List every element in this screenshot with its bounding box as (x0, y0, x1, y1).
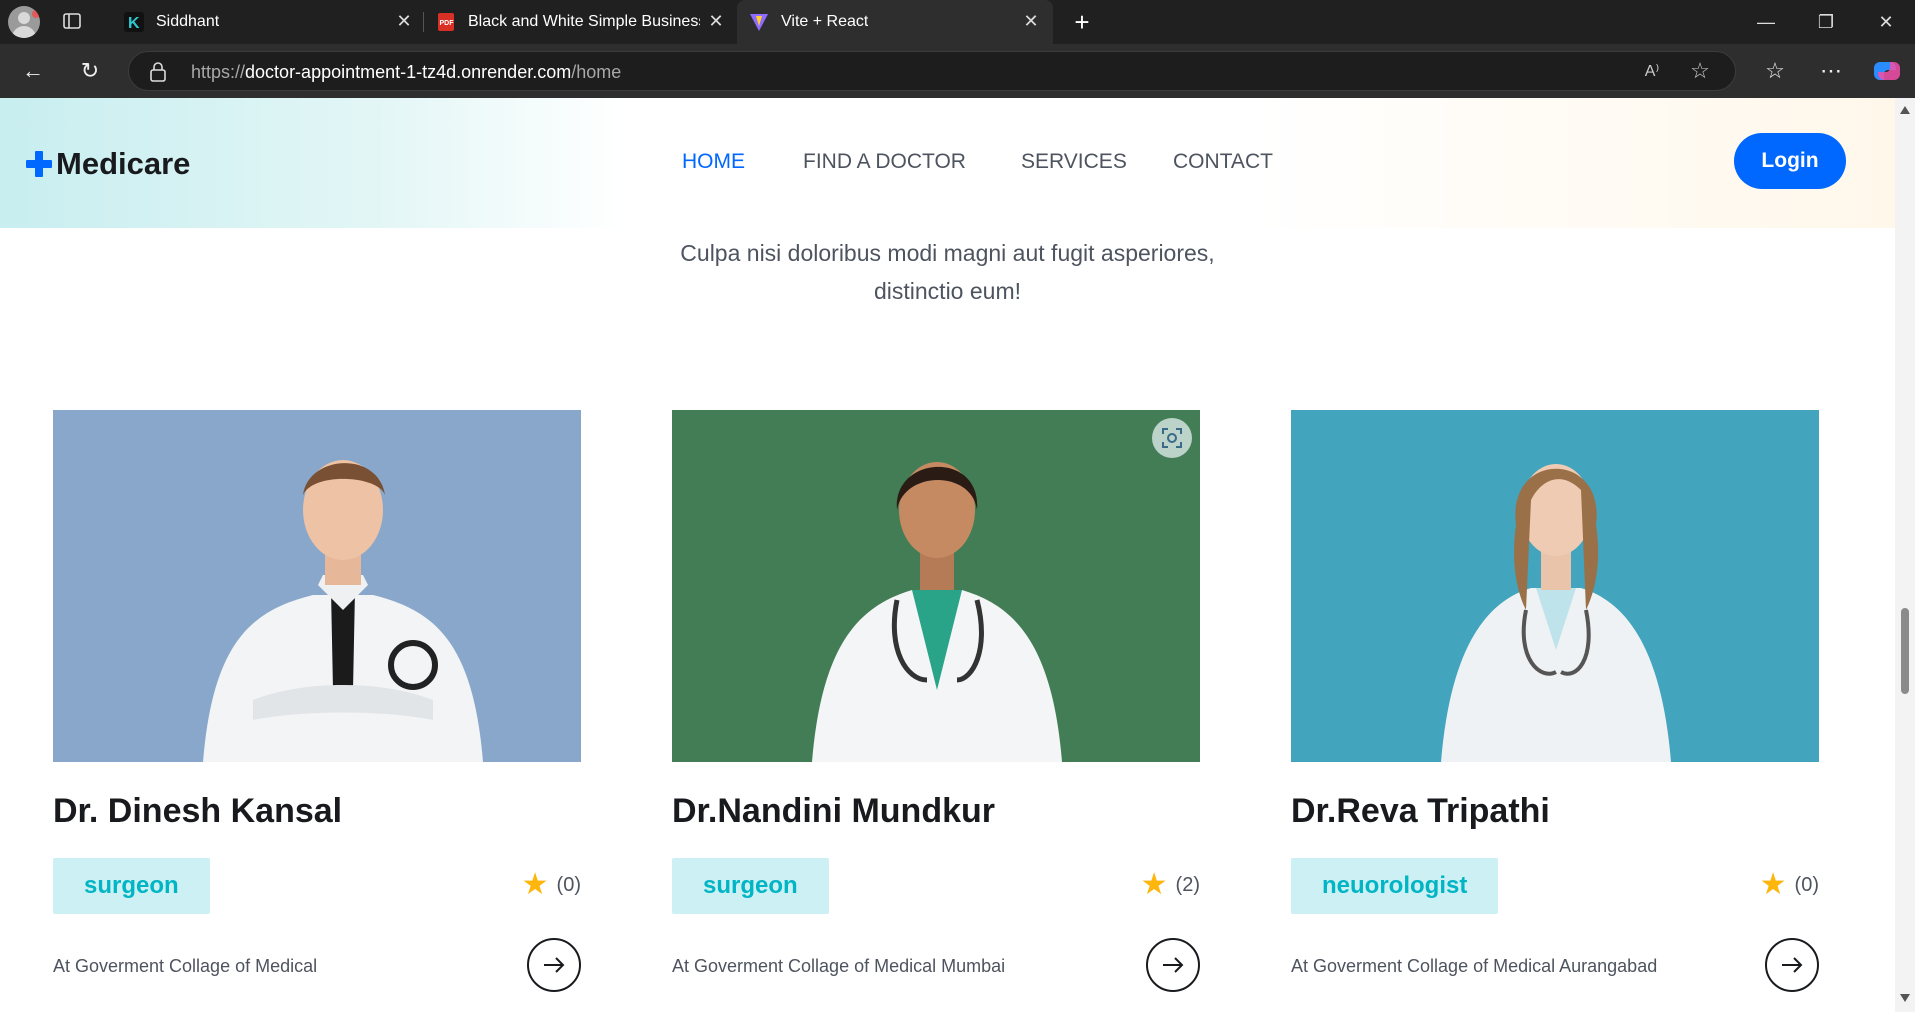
refresh-icon[interactable]: ↻ (75, 56, 105, 86)
specialty-badge: neuorologist (1291, 858, 1499, 914)
nav-find-a-doctor[interactable]: FIND A DOCTOR (803, 150, 966, 174)
rating-count: (2) (1175, 873, 1200, 896)
new-tab-plus-icon[interactable]: + (1070, 9, 1094, 35)
vite-icon (750, 14, 768, 31)
tab-close-icon[interactable]: ✕ (1021, 11, 1041, 31)
specialty-badge: surgeon (53, 858, 210, 914)
arrow-right-icon (1782, 957, 1803, 973)
tab-title: Black and White Simple Business (468, 13, 700, 30)
favorite-star-icon[interactable]: ☆ (1687, 58, 1713, 84)
rating-count: (0) (556, 873, 581, 896)
rating: ★ (0) (1760, 870, 1819, 900)
page-viewport: Medicare HOME FIND A DOCTOR SERVICES CON… (0, 98, 1895, 1012)
doctor-photo (53, 410, 581, 762)
browser-tab-strip: K Siddhant ✕ PDF Black and White Simple … (0, 0, 1915, 44)
visual-search-icon[interactable] (1152, 418, 1192, 458)
browser-tab[interactable]: PDF Black and White Simple Business ✕ (424, 0, 734, 44)
hospital-text: At Goverment Collage of Medical Mumbai (672, 956, 1006, 976)
star-icon: ★ (521, 868, 549, 901)
doctor-card: Dr.Nandini Mundkur surgeon ★ (2) At Gove… (672, 410, 1200, 1012)
doctor-photo (1291, 410, 1819, 762)
read-aloud-icon[interactable]: A⁾ (1639, 59, 1665, 85)
doctor-card: Dr. Dinesh Kansal surgeon ★ (0) At Gover… (53, 410, 581, 1012)
doctor-photo (672, 410, 1200, 762)
profile-avatar-icon[interactable] (8, 6, 40, 38)
lock-icon[interactable] (149, 62, 167, 82)
site-header: Medicare HOME FIND A DOCTOR SERVICES CON… (0, 98, 1895, 228)
browser-tab-active[interactable]: Vite + React ✕ (737, 0, 1053, 44)
doctor-name: Dr. Dinesh Kansal (53, 792, 343, 830)
view-doctor-button[interactable] (527, 938, 581, 992)
pdf-icon: PDF (438, 13, 455, 31)
page-scrollbar[interactable] (1895, 98, 1915, 1012)
browser-toolbar: ← ↻ https://doctor-appointment-1-tz4d.on… (0, 44, 1915, 98)
favorites-icon[interactable]: ☆ (1760, 56, 1790, 86)
hospital-text: At Goverment Collage of Medical Aurangab… (1291, 956, 1658, 976)
tab-title: Siddhant (156, 13, 220, 30)
medical-plus-icon (26, 151, 52, 177)
view-doctor-button[interactable] (1146, 938, 1200, 992)
nav-home[interactable]: HOME (682, 150, 745, 174)
star-icon: ★ (1140, 868, 1168, 901)
tab-close-icon[interactable]: ✕ (394, 11, 414, 31)
rating-count: (0) (1794, 873, 1819, 896)
url-text[interactable]: https://doctor-appointment-1-tz4d.onrend… (191, 62, 621, 83)
scroll-down-icon[interactable] (1900, 994, 1910, 1002)
restore-icon[interactable]: ❐ (1812, 8, 1840, 36)
workspaces-icon[interactable] (62, 11, 82, 31)
login-button[interactable]: Login (1734, 133, 1846, 189)
more-options-icon[interactable]: ⋯ (1816, 56, 1846, 86)
nav-contact[interactable]: CONTACT (1173, 150, 1273, 174)
svg-text:K: K (128, 15, 140, 32)
scrollbar-thumb[interactable] (1901, 608, 1909, 694)
arrow-right-icon (544, 957, 565, 973)
doctor-name: Dr.Nandini Mundkur (672, 792, 995, 830)
hospital-text: At Goverment Collage of Medical (53, 956, 318, 976)
minimize-icon[interactable]: — (1752, 8, 1780, 36)
back-icon[interactable]: ← (18, 56, 48, 86)
rating: ★ (2) (1141, 870, 1200, 900)
site-logo[interactable]: Medicare (26, 146, 190, 182)
doctor-name: Dr.Reva Tripathi (1291, 792, 1550, 830)
k-logo-icon: K (124, 12, 144, 32)
arrow-right-icon (1163, 957, 1184, 973)
address-bar[interactable]: https://doctor-appointment-1-tz4d.onrend… (128, 51, 1736, 91)
browser-tab[interactable]: K Siddhant ✕ (112, 0, 422, 44)
star-icon: ★ (1759, 868, 1787, 901)
hero-text-line: distinctio eum! (873, 278, 1021, 304)
doctor-card: Dr.Reva Tripathi neuorologist ★ (0) At G… (1291, 410, 1819, 1012)
scroll-up-icon[interactable] (1900, 106, 1910, 114)
tab-title: Vite + React (781, 13, 869, 30)
hero-text-line: Culpa nisi doloribus modi magni aut fugi… (680, 240, 1215, 266)
window-close-icon[interactable]: ✕ (1872, 8, 1900, 36)
svg-text:PDF: PDF (440, 20, 455, 27)
specialty-badge: surgeon (672, 858, 829, 914)
view-doctor-button[interactable] (1765, 938, 1819, 992)
tab-close-icon[interactable]: ✕ (706, 11, 726, 31)
rating: ★ (0) (522, 870, 581, 900)
nav-services[interactable]: SERVICES (1021, 150, 1127, 174)
copilot-icon[interactable] (1872, 56, 1902, 86)
